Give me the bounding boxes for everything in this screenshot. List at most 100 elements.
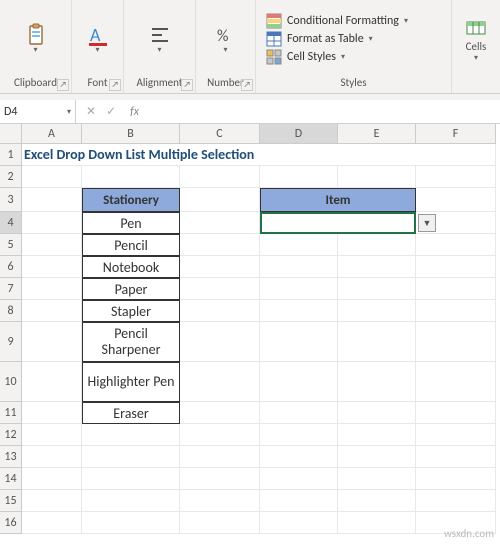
paste-button[interactable]: ▾ [19, 19, 53, 59]
cell[interactable]: Item [260, 188, 416, 212]
cell[interactable]: Stationery [82, 188, 180, 212]
cell[interactable] [260, 278, 338, 300]
cell[interactable] [180, 322, 260, 362]
row-header[interactable]: 10 [0, 362, 22, 402]
dialog-launcher-icon[interactable]: ↗ [57, 79, 69, 91]
cell[interactable] [180, 212, 260, 234]
row-header[interactable]: 6 [0, 256, 22, 278]
cell[interactable] [180, 424, 260, 446]
cell[interactable] [338, 256, 416, 278]
cell[interactable] [338, 446, 416, 468]
cell[interactable] [416, 234, 496, 256]
cell[interactable] [338, 512, 416, 534]
enter-icon[interactable]: ✓ [106, 104, 116, 119]
cell[interactable] [22, 300, 82, 322]
cell[interactable] [260, 424, 338, 446]
cell[interactable]: Stapler [82, 300, 180, 322]
row-header[interactable]: 15 [0, 490, 22, 512]
dialog-launcher-icon[interactable]: ↗ [181, 79, 193, 91]
cell[interactable]: Pen [82, 212, 180, 234]
cell[interactable] [180, 402, 260, 424]
cell[interactable] [338, 322, 416, 362]
cell[interactable] [22, 278, 82, 300]
cell[interactable] [416, 490, 496, 512]
cell[interactable] [22, 424, 82, 446]
cell[interactable] [260, 490, 338, 512]
cell[interactable] [22, 322, 82, 362]
cell[interactable] [338, 490, 416, 512]
cell[interactable] [180, 256, 260, 278]
row-header[interactable]: 11 [0, 402, 22, 424]
cell[interactable] [260, 234, 338, 256]
name-box[interactable]: D4 ▾ [0, 100, 76, 123]
row-header[interactable]: 5 [0, 234, 22, 256]
cell[interactable]: Highlighter Pen [82, 362, 180, 402]
cell[interactable]: Paper [82, 278, 180, 300]
cell[interactable] [180, 362, 260, 402]
row-header[interactable]: 12 [0, 424, 22, 446]
cell[interactable] [180, 188, 260, 212]
row-header[interactable]: 3 [0, 188, 22, 212]
cell[interactable] [22, 212, 82, 234]
cell[interactable]: Eraser [82, 402, 180, 424]
cell[interactable] [416, 424, 496, 446]
cell[interactable] [180, 234, 260, 256]
cell[interactable] [180, 468, 260, 490]
column-header[interactable]: A [22, 124, 82, 144]
cell[interactable]: Notebook [82, 256, 180, 278]
cell[interactable] [180, 490, 260, 512]
cell[interactable] [260, 166, 338, 188]
cell[interactable] [180, 512, 260, 534]
cell[interactable] [82, 490, 180, 512]
cell[interactable] [416, 188, 496, 212]
row-header[interactable]: 4 [0, 212, 22, 234]
cell[interactable] [338, 468, 416, 490]
alignment-button[interactable]: ▾ [143, 19, 177, 59]
cell[interactable] [416, 278, 496, 300]
cell[interactable] [180, 446, 260, 468]
cell[interactable] [82, 424, 180, 446]
cell[interactable] [260, 256, 338, 278]
cell[interactable] [22, 256, 82, 278]
cell[interactable]: Pencil Sharpener [82, 322, 180, 362]
cell[interactable] [22, 402, 82, 424]
dialog-launcher-icon[interactable]: ↗ [109, 79, 121, 91]
cell[interactable] [416, 362, 496, 402]
cell[interactable] [416, 446, 496, 468]
cell-styles-button[interactable]: Cell Styles ▾ [266, 49, 345, 65]
number-button[interactable]: % ▾ [209, 19, 243, 59]
conditional-formatting-button[interactable]: Conditional Formatting ▾ [266, 13, 408, 29]
cell[interactable] [416, 256, 496, 278]
cell[interactable] [338, 234, 416, 256]
dialog-launcher-icon[interactable]: ↗ [241, 79, 253, 91]
cell[interactable] [338, 402, 416, 424]
cell[interactable] [22, 446, 82, 468]
cell[interactable] [338, 278, 416, 300]
row-header[interactable]: 9 [0, 322, 22, 362]
cell[interactable] [260, 362, 338, 402]
cell[interactable] [338, 362, 416, 402]
row-header[interactable]: 8 [0, 300, 22, 322]
row-header[interactable]: 7 [0, 278, 22, 300]
select-all-corner[interactable] [0, 124, 22, 144]
cell[interactable] [22, 234, 82, 256]
cell[interactable] [260, 300, 338, 322]
cell[interactable] [260, 322, 338, 362]
cancel-icon[interactable]: ✕ [86, 104, 96, 119]
cell[interactable] [260, 446, 338, 468]
cell[interactable] [22, 362, 82, 402]
dropdown-button[interactable]: ▼ [418, 214, 436, 232]
cell[interactable] [82, 468, 180, 490]
cells-button[interactable]: Cells ▾ [464, 16, 488, 63]
cell[interactable]: Excel Drop Down List Multiple Selection [22, 144, 496, 166]
cell[interactable] [22, 490, 82, 512]
cell[interactable] [416, 402, 496, 424]
cell[interactable] [338, 424, 416, 446]
column-header[interactable]: F [416, 124, 496, 144]
cell[interactable] [416, 166, 496, 188]
cell[interactable]: Pencil [82, 234, 180, 256]
cell[interactable] [82, 166, 180, 188]
font-button[interactable]: A ▾ [81, 19, 115, 59]
cell[interactable] [260, 468, 338, 490]
fx-icon[interactable]: fx [126, 105, 139, 119]
